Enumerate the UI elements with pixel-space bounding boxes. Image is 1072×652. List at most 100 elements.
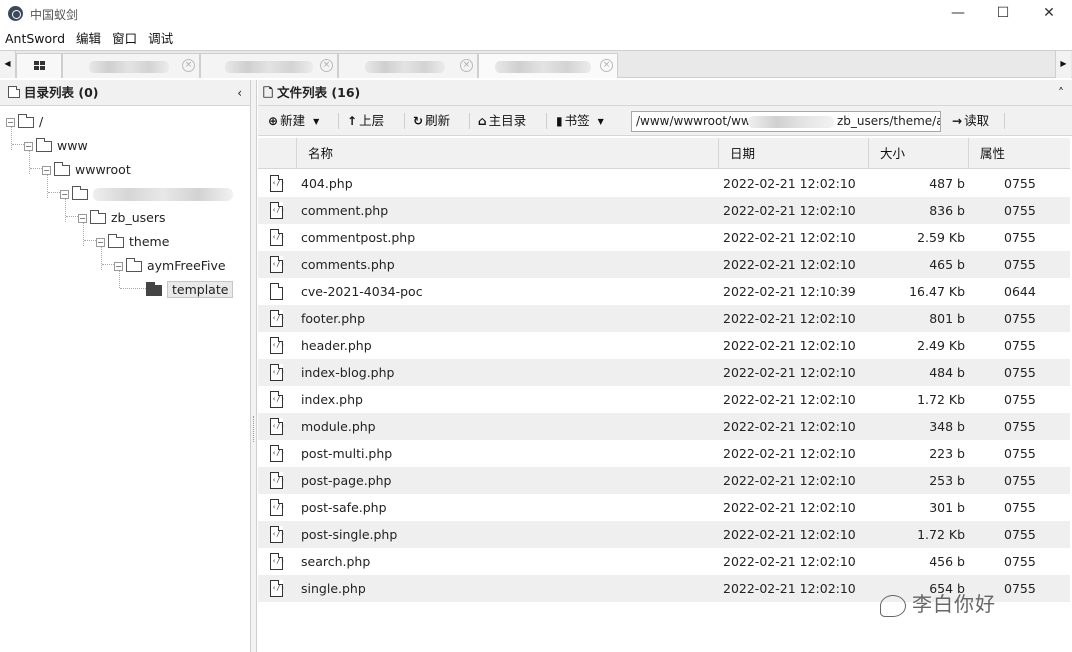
menu-debug[interactable]: 调试 bbox=[143, 28, 179, 50]
tab-shell-active[interactable]: × bbox=[478, 53, 618, 78]
path-input[interactable]: /www/wwwroot/www zb_users/theme/ay bbox=[631, 111, 941, 132]
tree-node-www[interactable]: − www bbox=[24, 136, 88, 156]
file-date: 2022-02-21 12:10:39 bbox=[723, 284, 856, 299]
menu-antsword[interactable]: AntSword bbox=[0, 28, 71, 50]
tab-close-icon[interactable]: × bbox=[182, 59, 195, 72]
file-row[interactable]: ‹/› post-page.php 2022-02-21 12:02:10 253 b… bbox=[258, 467, 1070, 494]
column-name-header[interactable]: 名称 bbox=[296, 138, 718, 169]
collapse-up-icon[interactable]: ˄ bbox=[1058, 80, 1064, 106]
php-file-icon: ‹/› bbox=[270, 202, 285, 219]
collapse-toggle-icon[interactable]: − bbox=[114, 262, 123, 271]
file-row[interactable]: ‹/› commentpost.php 2022-02-21 12:02:10 2.5… bbox=[258, 224, 1070, 251]
file-name: module.php bbox=[301, 419, 376, 434]
file-row[interactable]: ‹/› post-multi.php 2022-02-21 12:02:10 223 … bbox=[258, 440, 1070, 467]
file-name: single.php bbox=[301, 581, 366, 596]
maximize-button[interactable]: ☐ bbox=[980, 0, 1026, 28]
arrow-right-icon: → bbox=[952, 114, 963, 128]
file-row[interactable]: ‹/› comment.php 2022-02-21 12:02:10 836 b 07… bbox=[258, 197, 1070, 224]
column-perm-header[interactable]: 属性 bbox=[968, 138, 1070, 169]
splitter-grip[interactable] bbox=[253, 416, 255, 442]
read-button[interactable]: → 读取 bbox=[952, 106, 989, 136]
collapse-toggle-icon[interactable]: − bbox=[42, 166, 51, 175]
tab-shell-1[interactable]: × bbox=[62, 53, 200, 78]
file-size: 2.49 Kb bbox=[917, 338, 965, 353]
refresh-button[interactable]: ↻ 刷新 bbox=[413, 106, 450, 136]
tree-node-zb-users[interactable]: − zb_users bbox=[78, 208, 166, 228]
folder-open-icon bbox=[54, 162, 70, 176]
bookmark-button[interactable]: ▮ 书签 ▼ bbox=[556, 106, 604, 136]
php-file-icon: ‹/› bbox=[270, 445, 285, 462]
collapse-toggle-icon[interactable]: − bbox=[24, 142, 33, 151]
tab-shell-2[interactable]: × bbox=[200, 53, 338, 78]
php-file-icon: ‹/› bbox=[270, 337, 285, 354]
file-row[interactable]: ‹/› post-safe.php 2022-02-21 12:02:10 301 b… bbox=[258, 494, 1070, 521]
file-date: 2022-02-21 12:02:10 bbox=[723, 581, 856, 596]
file-icon: 🗋 bbox=[263, 85, 274, 100]
file-row[interactable]: ‹/› search.php 2022-02-21 12:02:10 456 b 075… bbox=[258, 548, 1070, 575]
file-size: 301 b bbox=[929, 500, 965, 515]
collapse-toggle-icon[interactable]: − bbox=[96, 238, 105, 247]
collapse-toggle-icon[interactable]: − bbox=[78, 214, 87, 223]
file-perm: 0755 bbox=[1004, 338, 1036, 353]
tab-home[interactable] bbox=[16, 53, 62, 78]
file-size: 223 b bbox=[929, 446, 965, 461]
tree-node-wwwroot[interactable]: − wwwroot bbox=[42, 160, 131, 180]
file-row[interactable]: ‹/› module.php 2022-02-21 12:02:10 348 b 075… bbox=[258, 413, 1070, 440]
parent-dir-button[interactable]: ↑ 上层 bbox=[347, 106, 384, 136]
file-row[interactable]: ‹/› index.php 2022-02-21 12:02:10 1.72 Kb 07… bbox=[258, 386, 1070, 413]
tree-node-template[interactable]: template bbox=[146, 280, 234, 300]
title-bar: 中国蚁剑 — ☐ ✕ bbox=[0, 0, 1072, 28]
file-icon bbox=[270, 283, 283, 300]
home-dir-button[interactable]: ⌂ 主目录 bbox=[478, 106, 526, 136]
pane-splitter[interactable] bbox=[251, 80, 257, 652]
file-name: post-safe.php bbox=[301, 500, 387, 515]
tree-node-theme[interactable]: − theme bbox=[96, 232, 169, 252]
file-name: footer.php bbox=[301, 311, 366, 326]
file-date: 2022-02-21 12:02:10 bbox=[723, 365, 856, 380]
column-date-header[interactable]: 日期 bbox=[718, 138, 868, 169]
plus-circle-icon: ⊕ bbox=[268, 114, 279, 128]
new-button[interactable]: ⊕ 新建 ▼ bbox=[268, 106, 319, 136]
tree-node-redacted-site[interactable]: − bbox=[60, 184, 233, 204]
menu-edit[interactable]: 编辑 bbox=[71, 28, 107, 50]
file-date: 2022-02-21 12:02:10 bbox=[723, 392, 856, 407]
tab-close-icon[interactable]: × bbox=[320, 59, 333, 72]
tab-close-icon[interactable]: × bbox=[600, 59, 613, 72]
menu-window[interactable]: 窗口 bbox=[107, 28, 143, 50]
tree-node-root[interactable]: − / bbox=[6, 112, 43, 132]
file-perm: 0755 bbox=[1004, 527, 1036, 542]
column-size-header[interactable]: 大小 bbox=[868, 138, 968, 169]
close-window-button[interactable]: ✕ bbox=[1026, 0, 1072, 28]
watermark: 李白你好 bbox=[880, 588, 996, 617]
tab-close-icon[interactable]: × bbox=[460, 59, 473, 72]
file-row[interactable]: cve-2021-4034-poc 2022-02-21 12:10:39 16.4… bbox=[258, 278, 1070, 305]
file-size: 253 b bbox=[929, 473, 965, 488]
collapse-left-icon[interactable]: ‹ bbox=[237, 80, 242, 106]
file-date: 2022-02-21 12:02:10 bbox=[723, 446, 856, 461]
php-file-icon: ‹/› bbox=[270, 580, 285, 597]
file-row[interactable]: ‹/› footer.php 2022-02-21 12:02:10 801 b 075… bbox=[258, 305, 1070, 332]
file-size: 2.59 Kb bbox=[917, 230, 965, 245]
collapse-toggle-icon[interactable]: − bbox=[6, 118, 15, 127]
file-size: 1.72 Kb bbox=[917, 527, 965, 542]
folder-open-icon bbox=[72, 186, 88, 200]
tab-scroll-right-button[interactable]: ▶ bbox=[1055, 51, 1071, 78]
minimize-button[interactable]: — bbox=[935, 0, 981, 28]
file-row[interactable]: ‹/› post-single.php 2022-02-21 12:02:10 1.7… bbox=[258, 521, 1070, 548]
tree-node-aymfreefive[interactable]: − aymFreeFive bbox=[114, 256, 226, 276]
redacted-folder-name bbox=[93, 188, 233, 201]
file-date: 2022-02-21 12:02:10 bbox=[723, 311, 856, 326]
php-file-icon: ‹/› bbox=[270, 499, 285, 516]
file-name: index-blog.php bbox=[301, 365, 395, 380]
redacted-tab-label bbox=[495, 61, 591, 73]
file-row[interactable]: ‹/› comments.php 2022-02-21 12:02:10 465 b 0… bbox=[258, 251, 1070, 278]
file-row[interactable]: ‹/› header.php 2022-02-21 12:02:10 2.49 Kb 0… bbox=[258, 332, 1070, 359]
file-row[interactable]: ‹/› 404.php 2022-02-21 12:02:10 487 b 0755 bbox=[258, 170, 1070, 197]
file-date: 2022-02-21 12:02:10 bbox=[723, 176, 856, 191]
tab-shell-3[interactable]: × bbox=[338, 53, 478, 78]
tab-scroll-left-button[interactable]: ◀ bbox=[0, 51, 16, 78]
file-row[interactable]: ‹/› index-blog.php 2022-02-21 12:02:10 484 … bbox=[258, 359, 1070, 386]
collapse-toggle-icon[interactable]: − bbox=[60, 190, 69, 199]
file-size: 348 b bbox=[929, 419, 965, 434]
file-perm: 0755 bbox=[1004, 257, 1036, 272]
